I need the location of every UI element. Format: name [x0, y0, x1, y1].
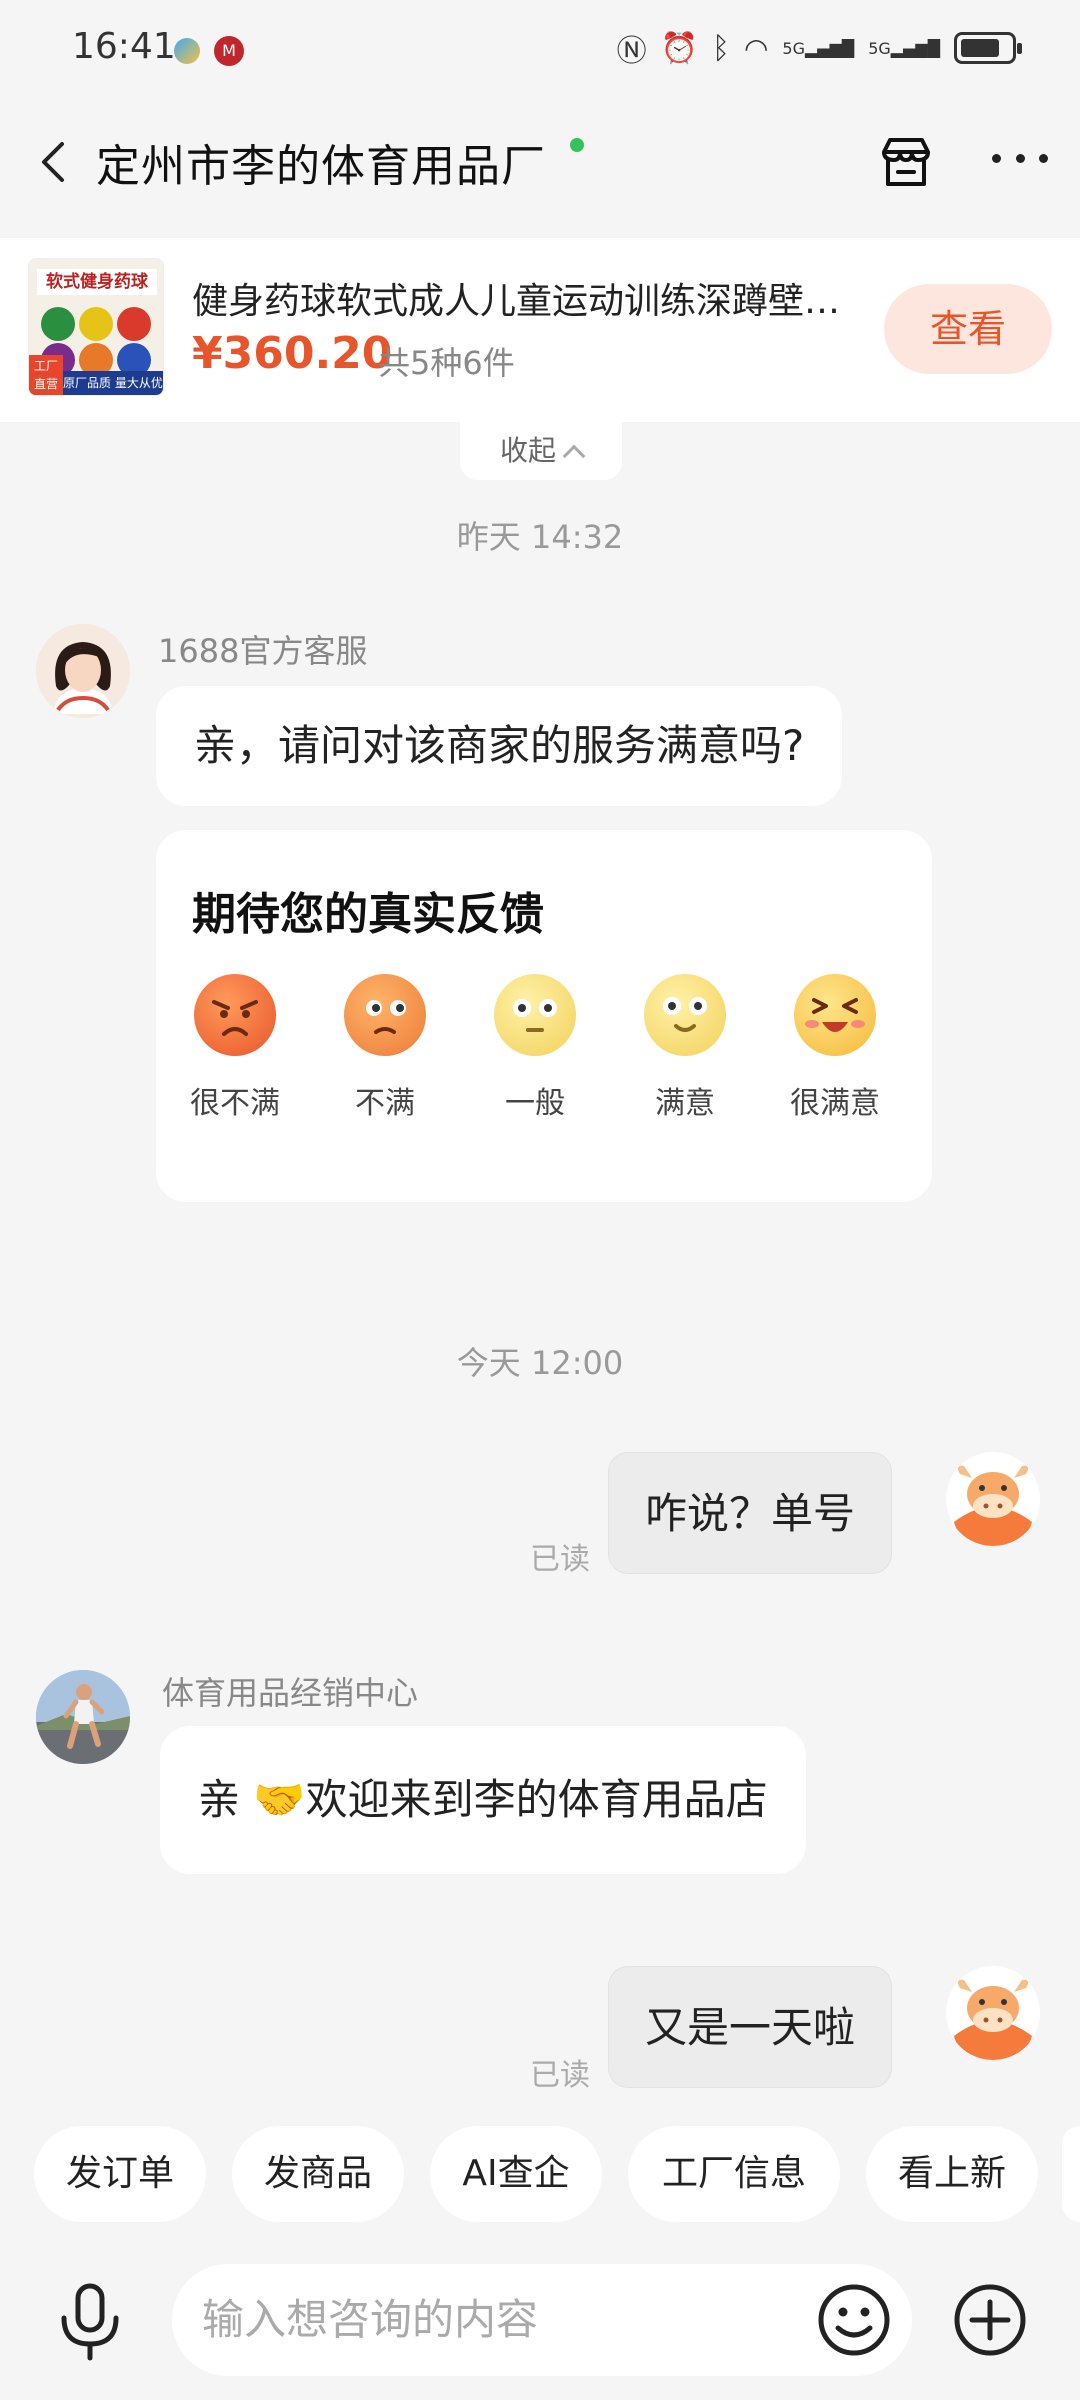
feedback-card: 期待您的真实反馈 很不满 不满 一般 满意 很满意: [156, 830, 932, 1202]
message-bubble[interactable]: 亲，请问对该商家的服务满意吗?: [156, 686, 843, 806]
timestamp: 今天 12:00: [456, 1344, 624, 1382]
quick-actions-bar: 发订单 发商品 AI查企 工厂信息 看上新: [0, 2112, 1080, 2242]
timestamp: 昨天 14:32: [456, 518, 624, 556]
rating-very-satisfied[interactable]: 很满意: [780, 974, 890, 1122]
rating-satisfied[interactable]: 满意: [630, 974, 740, 1122]
store-icon[interactable]: [878, 134, 934, 190]
bluetooth-icon: ᛒ: [711, 30, 730, 66]
my-message-bubble[interactable]: 又是一天啦: [608, 1966, 893, 2088]
nfc-icon: Ⓝ: [616, 34, 647, 69]
bank-notification-icon: M: [214, 36, 244, 66]
product-price: ¥360.20: [192, 328, 393, 379]
input-bar: 输入想咨询的内容: [0, 2260, 1080, 2400]
message-input[interactable]: 输入想咨询的内容: [172, 2264, 912, 2376]
my-message-bubble[interactable]: 咋说？单号: [608, 1452, 893, 1574]
wifi-icon: ◠: [743, 31, 769, 65]
chevron-up-icon: [562, 444, 586, 468]
signal-icon-1: 5G▂▄▆█: [782, 38, 855, 58]
microphone-icon[interactable]: [56, 2282, 124, 2362]
battery-icon: [954, 32, 1022, 64]
view-product-button[interactable]: 查看: [884, 284, 1052, 374]
my-avatar[interactable]: [946, 1452, 1040, 1546]
product-image-tag: 工厂直营: [29, 355, 63, 395]
rating-dissatisfied[interactable]: 不满: [330, 974, 440, 1122]
product-thumbnail[interactable]: 软式健身药球 原厂品质 量大从优 工厂直营: [28, 258, 164, 396]
online-status-icon: [570, 138, 584, 152]
sender-name: 1688官方客服: [158, 632, 368, 670]
product-name: 健身药球软式成人儿童运动训练深蹲壁球...: [192, 281, 852, 322]
feedback-title: 期待您的真实反馈: [192, 889, 544, 940]
alarm-icon: ⏰: [660, 30, 698, 66]
send-product-chip[interactable]: 发商品: [232, 2126, 404, 2222]
neutral-face-icon: [494, 974, 576, 1056]
view-new-chip[interactable]: 看上新: [866, 2126, 1038, 2222]
product-image-banner: 软式健身药球: [37, 269, 157, 295]
smile-face-icon: [644, 974, 726, 1056]
shop-title[interactable]: 定州市李的体育用品厂: [96, 130, 546, 194]
chat-header: 定州市李的体育用品厂: [0, 100, 1080, 224]
app-notification-icon: [174, 38, 200, 64]
message-bubble[interactable]: 亲 🤝欢迎来到李的体育用品店: [160, 1726, 806, 1874]
product-card[interactable]: 软式健身药球 原厂品质 量大从优 工厂直营 健身药球软式成人儿童运动训练深蹲壁球…: [0, 238, 1080, 422]
plus-icon[interactable]: [952, 2282, 1028, 2358]
back-icon[interactable]: [34, 140, 74, 184]
emoji-icon[interactable]: [816, 2282, 892, 2358]
system-icons: Ⓝ ⏰ ᛒ ◠ 5G▂▄▆█ 5G▂▄▆█: [616, 26, 1022, 70]
unhappy-face-icon: [344, 974, 426, 1056]
sender-name: 体育用品经销中心: [162, 1674, 419, 1712]
read-status: 已读: [530, 2058, 590, 2093]
collapse-button[interactable]: 收起: [460, 422, 622, 480]
rating-neutral[interactable]: 一般: [480, 974, 590, 1122]
signal-icon-2: 5G▂▄▆█: [868, 38, 940, 58]
status-bar: 16:41 M Ⓝ ⏰ ᛒ ◠ 5G▂▄▆█ 5G▂▄▆█: [0, 0, 1080, 100]
angry-face-icon: [194, 974, 276, 1056]
product-quantity: 共5种6件: [378, 344, 515, 382]
status-time: 16:41: [72, 26, 176, 67]
more-icon[interactable]: [992, 154, 1048, 166]
factory-info-chip[interactable]: 工厂信息: [628, 2126, 840, 2222]
laugh-face-icon: [794, 974, 876, 1056]
send-order-chip[interactable]: 发订单: [34, 2126, 206, 2222]
read-status: 已读: [530, 1542, 590, 1577]
ai-company-check-chip[interactable]: AI查企: [430, 2126, 602, 2222]
my-avatar[interactable]: [946, 1966, 1040, 2060]
more-chip[interactable]: [1062, 2126, 1080, 2222]
service-avatar[interactable]: [36, 624, 130, 718]
seller-avatar[interactable]: [36, 1670, 130, 1764]
rating-very-dissatisfied[interactable]: 很不满: [180, 974, 290, 1122]
